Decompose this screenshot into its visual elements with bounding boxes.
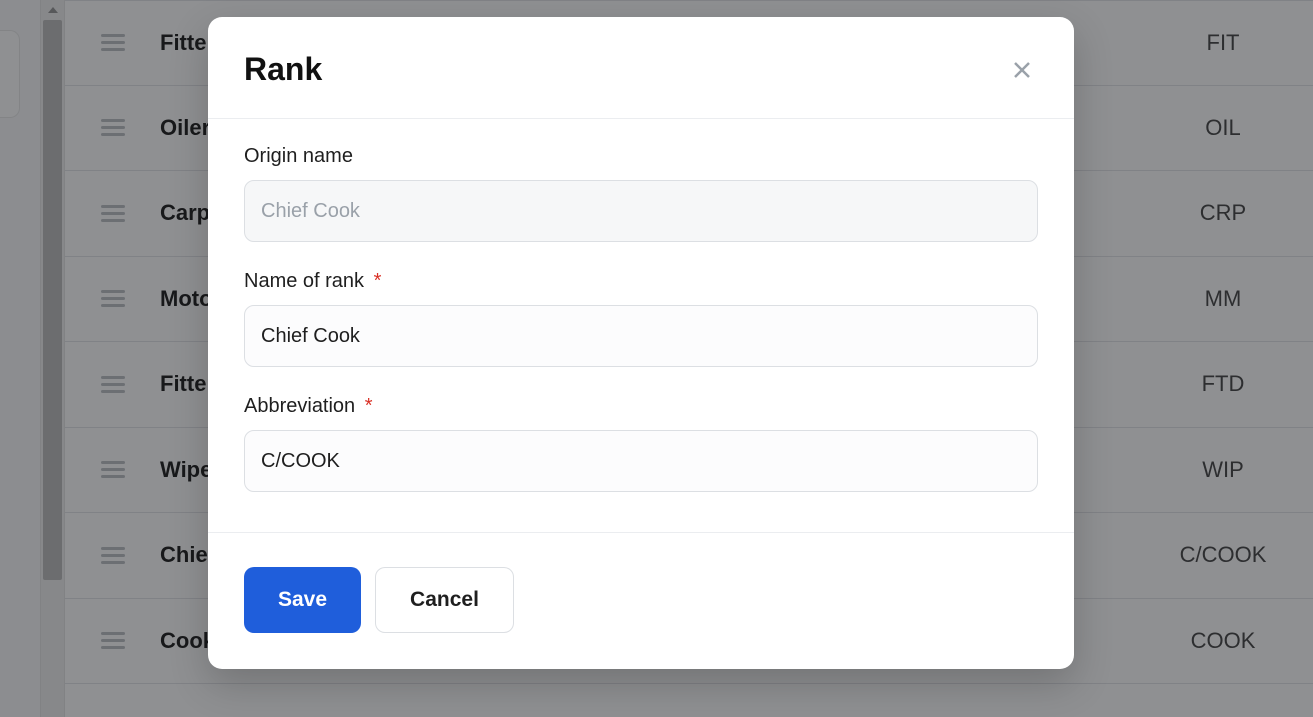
origin-name-field: Origin name [244, 145, 1038, 242]
field-label-text: Origin name [244, 145, 353, 167]
cancel-button[interactable]: Cancel [375, 567, 514, 633]
origin-name-input [244, 180, 1038, 242]
rank-modal: Rank Origin name Name of rank * Abbrevia… [208, 17, 1074, 669]
origin-name-label: Origin name [244, 145, 1038, 168]
close-button[interactable] [1006, 54, 1038, 86]
abbreviation-input[interactable] [244, 430, 1038, 492]
name-of-rank-field: Name of rank * [244, 270, 1038, 367]
modal-body: Origin name Name of rank * Abbreviation … [208, 119, 1074, 533]
required-mark: * [374, 270, 382, 292]
modal-title: Rank [244, 51, 322, 88]
field-label-text: Name of rank [244, 270, 364, 292]
name-of-rank-label: Name of rank * [244, 270, 1038, 293]
abbreviation-label: Abbreviation * [244, 395, 1038, 418]
required-mark: * [365, 395, 373, 417]
close-icon [1012, 60, 1032, 80]
modal-header: Rank [208, 17, 1074, 119]
field-label-text: Abbreviation [244, 395, 355, 417]
save-button[interactable]: Save [244, 567, 361, 633]
modal-footer: Save Cancel [208, 533, 1074, 669]
abbreviation-field: Abbreviation * [244, 395, 1038, 492]
name-of-rank-input[interactable] [244, 305, 1038, 367]
